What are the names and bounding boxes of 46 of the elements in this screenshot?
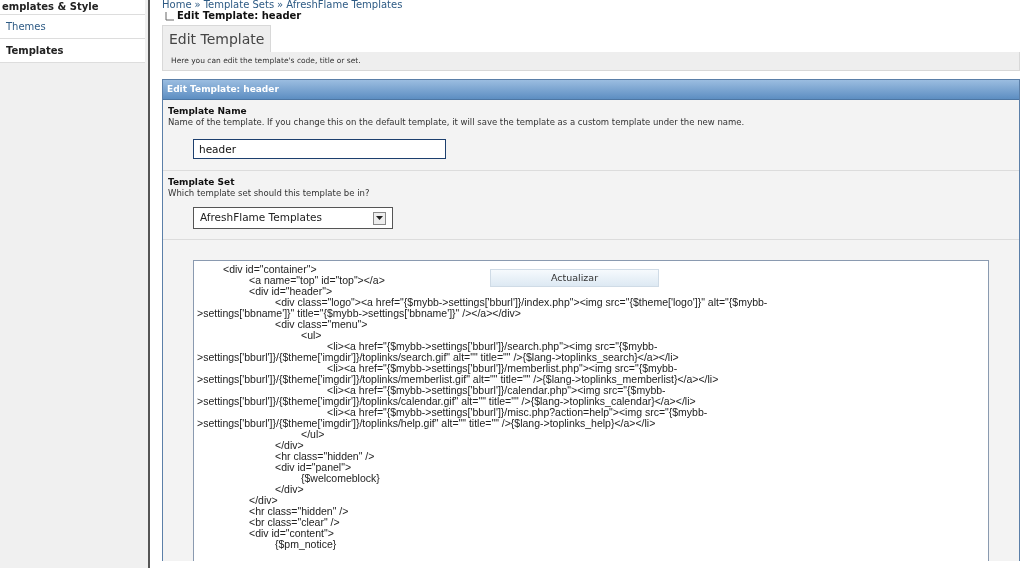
breadcrumb-separator: »: [277, 0, 284, 10]
code-line: <ul>: [300, 330, 322, 341]
code-line: {$welcomeblock}: [301, 473, 380, 484]
code-line: >settings['bbname']}" title="{$mybb->settings['bbname']}" /></a></div>: [197, 308, 521, 319]
code-line: >settings['bburl']}/{$theme['imgdir']}/toplinks/search.gif" alt="" title="" />{$lang->toplinks_search}</a></li>: [197, 352, 679, 363]
text-field[interactable]: header: [193, 139, 446, 159]
code-line: </div>: [248, 495, 278, 506]
code-line: <div id="container">: [222, 264, 317, 275]
code-line: <div id="content">: [248, 528, 334, 539]
dropdown[interactable]: AfreshFlame Templates: [193, 207, 393, 229]
page-tab[interactable]: Edit Template: [162, 25, 272, 52]
breadcrumb-separator: »: [194, 0, 201, 10]
field-description: Which template set should this template be in?: [168, 188, 371, 199]
code-line: >settings['bburl']}/{$theme['imgdir']}/toplinks/calendar.gif" alt="" title="" />{$lang->toplinks_calendar}</a></li>: [197, 396, 696, 407]
code-line: <hr class="hidden" />: [274, 451, 375, 462]
section-heading: emplates & Style: [1, 1, 99, 13]
breadcrumb-link[interactable]: Home: [162, 0, 192, 10]
tree-branch-icon: [165, 11, 174, 21]
sidebar-item[interactable]: Templates: [0, 38, 145, 62]
code-line: >settings['bburl']}/{$theme['imgdir']}/toplinks/help.gif" alt="" title="" />{$lang->toplinks_help}</a></li>: [197, 418, 656, 429]
code-line: <div id="header">: [248, 286, 333, 297]
code-line: <div class="logo"><a href="{$mybb->settings['bburl']}/index.php"><img src="{$theme['logo']}" alt="{$mybb-: [275, 297, 768, 308]
sidebar-item[interactable]: Themes: [0, 14, 145, 38]
code-line: {$pm_notice}: [274, 539, 337, 550]
breadcrumb-link[interactable]: Template Sets: [203, 0, 275, 10]
code-line: <a name="top" id="top"></a>: [248, 275, 385, 286]
code-line: <li><a href="{$mybb->settings['bburl']}/calendar.php"><img src="{$mybb-: [327, 385, 666, 396]
code-line: <hr class="hidden" />: [248, 506, 349, 517]
code-line: <li><a href="{$mybb->settings['bburl']}/misc.php?action=help"><img src="{$mybb-: [327, 407, 708, 418]
code-line: <div class="menu">: [275, 319, 368, 330]
breadcrumb-current: Edit Template: header: [177, 10, 302, 22]
field-description: Name of the template. If you change this on the default template, it will save the template as a custom template under the new name.: [168, 117, 746, 128]
code-line: </ul>: [301, 429, 325, 440]
code-line: </div>: [274, 484, 304, 495]
code-line: >settings['bburl']}/{$theme['imgdir']}/toplinks/memberlist.gif" alt="" title="" />{$lang->toplinks_memberlist}</a></li>: [197, 374, 719, 385]
update-button[interactable]: Actualizar: [490, 269, 659, 287]
code-line: <li><a href="{$mybb->settings['bburl']}/memberlist.php"><img src="{$mybb-: [327, 363, 678, 374]
field-label: Template Set: [168, 177, 236, 188]
code-line: <li><a href="{$mybb->settings['bburl']}/search.php"><img src="{$mybb-: [327, 341, 658, 352]
panel-title: Edit Template: header: [167, 82, 279, 96]
code-line: <div id="panel">: [274, 462, 352, 473]
code-line: </div>: [274, 440, 304, 451]
code-editor[interactable]: [193, 260, 989, 561]
field-label: Template Name: [168, 106, 248, 117]
code-line: <br class="clear" />: [248, 517, 340, 528]
breadcrumb-link[interactable]: AfreshFlame Templates: [286, 0, 403, 10]
